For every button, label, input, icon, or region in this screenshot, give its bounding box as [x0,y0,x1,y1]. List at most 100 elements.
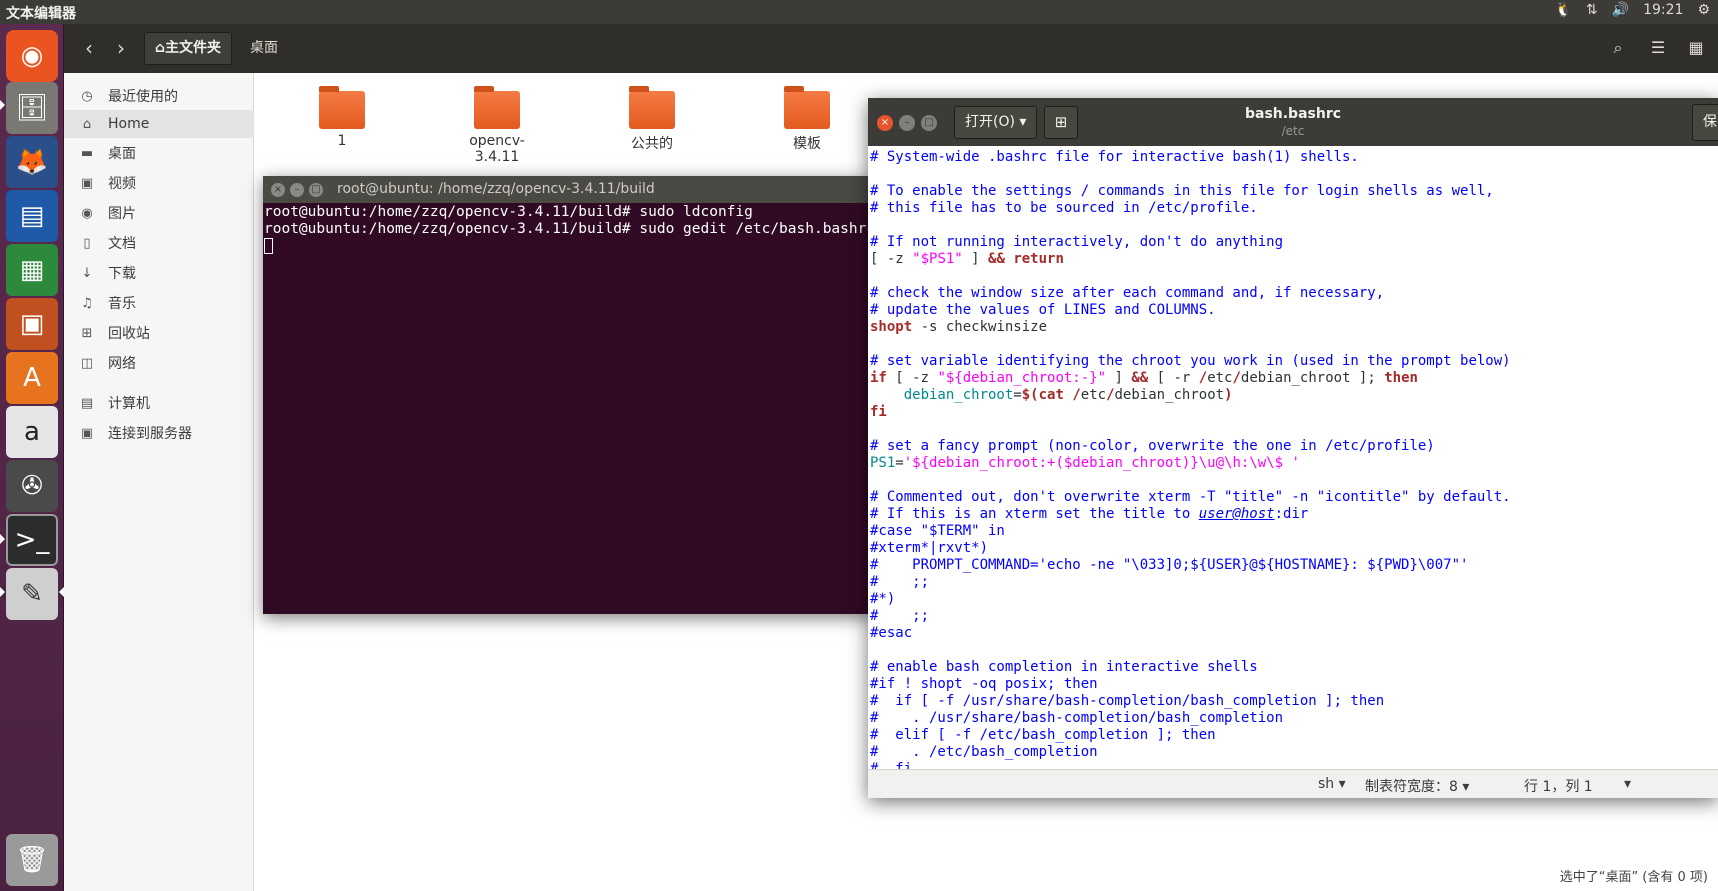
statusbar-menu-icon[interactable]: ▾ [1624,776,1631,792]
code-line: ​ [870,421,1716,438]
code-token: # if [ -f /usr/share/bash-completion/bas… [870,693,1385,709]
trash-icon[interactable]: 🗑 [6,834,58,886]
minimize-icon[interactable]: – [290,183,304,197]
close-icon[interactable]: × [271,183,285,197]
terminal-line: root@ubuntu:/home/zzq/opencv-3.4.11/buil… [264,204,753,220]
code-token: debian_chroot [1114,387,1225,403]
sidebar-item-documents[interactable]: ▯ 文档 [64,229,254,257]
code-token: #esac [870,625,913,641]
sidebar-item-videos[interactable]: ▣ 视频 [64,169,254,197]
code-line: # . /etc/bash_completion [870,744,1716,761]
firefox-icon[interactable]: 🦊 [6,136,58,188]
public-folder-icon [629,86,675,129]
sidebar-item-home[interactable]: ⌂ Home [64,110,254,138]
list-view-icon[interactable]: ☰ [1642,32,1674,64]
back-arrow-icon[interactable]: ‹ [74,32,104,64]
folder-item[interactable]: 1 [292,86,392,149]
sidebar-item-network[interactable]: ◫ 网络 [64,349,254,377]
code-token: # . /usr/share/bash-completion/bash_comp… [870,710,1284,726]
code-line: PS1='${debian_chroot:+($debian_chroot)}\… [870,455,1716,472]
code-token: debian_chroot [903,387,1014,403]
code-token: #if ! shopt -oq posix; then [870,676,1098,692]
code-token: return [1013,251,1064,267]
path-button-home[interactable]: ⌂主文件夹 [144,32,233,65]
power-gear-icon[interactable]: ⚙ [1697,2,1710,18]
folder-icon [319,86,365,129]
network-icon[interactable]: ⇅ [1586,2,1598,18]
sidebar-item-desktop[interactable]: ▬ 桌面 [64,139,254,167]
document-icon: ▯ [83,235,91,251]
terminal-output[interactable]: root@ubuntu:/home/zzq/opencv-3.4.11/buil… [264,204,874,614]
templates-folder-icon [784,86,830,129]
code-token: # If not running interactively, don't do… [870,234,1284,250]
code-token: #*) [870,591,896,607]
running-indicator [0,587,5,597]
path-button-desktop[interactable]: 桌面 [242,32,286,65]
sidebar-item-music[interactable]: ♫ 音乐 [64,289,254,317]
calc-icon[interactable]: ▦ [6,244,58,296]
code-token: # fi [870,761,913,769]
software-center-icon[interactable]: A [6,352,58,404]
code-line: #if ! shopt -oq posix; then [870,676,1716,693]
writer-icon[interactable]: ▤ [6,190,58,242]
code-token: cat [1038,387,1064,403]
ubuntu-logo-icon[interactable]: ◉ [6,30,58,82]
clock-icon: ◷ [81,88,93,104]
impress-icon[interactable]: ▣ [6,298,58,350]
save-button[interactable]: 保 [1692,104,1718,141]
code-token: etc [1080,387,1107,403]
search-icon[interactable]: ⌕ [1602,32,1634,64]
sidebar-item-computer[interactable]: ▤ 计算机 [64,389,254,417]
code-token: ] [1106,370,1132,386]
sidebar-item-connect-server[interactable]: ▣ 连接到服务器 [64,419,254,447]
sidebar-item-trash[interactable]: ⊞ 回收站 [64,319,254,347]
code-line: # ;; [870,608,1716,625]
text-editor-icon[interactable]: ✎ [6,568,58,620]
computer-icon: ▤ [80,395,94,411]
code-token: [ -r [1148,370,1199,386]
clock[interactable]: 19:21 [1643,2,1683,18]
folder-item[interactable]: 模板 [757,86,857,153]
terminal-titlebar[interactable]: × – □ root@ubuntu: /home/zzq/opencv-3.4.… [263,176,875,203]
places-sidebar: ◷ 最近使用的 ⌂ Home ▬ 桌面 ▣ 视频 ◉ 图片 ▯ 文档 ↓ 下载 ♫ 音乐 ⊞ 回收… [64,73,254,891]
network-icon: ◫ [80,355,94,371]
cursor-position[interactable]: 行 1，列 1 [1524,776,1593,796]
sidebar-item-recent[interactable]: ◷ 最近使用的 [64,82,254,110]
grid-view-icon[interactable]: ▦ [1680,32,1712,64]
code-token: if [870,370,887,386]
tab-width-selector[interactable]: 制表符宽度：8 ▾ [1365,776,1469,796]
code-token: [ -z [870,251,913,267]
code-token: ] [962,251,989,267]
terminal-icon[interactable]: >_ [6,514,58,566]
files-icon[interactable]: 🗄 [6,82,58,134]
code-line: ​ [870,217,1716,234]
settings-icon[interactable]: ✇ [6,460,58,512]
volume-icon[interactable]: 🔊 [1612,2,1629,18]
code-token: && [1131,370,1149,386]
files-status: 选中了“桌面” (含有 0 项) [1559,870,1708,885]
code-token: = [895,455,904,471]
code-line: # fi [870,761,1716,769]
terminal-line: root@ubuntu:/home/zzq/opencv-3.4.11/buil… [264,221,874,237]
code-token: "$PS1" [912,251,963,267]
forward-arrow-icon[interactable]: › [106,32,136,64]
maximize-icon[interactable]: □ [309,183,323,197]
language-selector[interactable]: sh ▾ [1318,776,1346,792]
code-line: #case "$TERM" in [870,523,1716,540]
penguin-icon[interactable]: 🐧 [1554,2,1571,18]
code-token: && [988,251,1005,267]
sidebar-item-downloads[interactable]: ↓ 下载 [64,259,254,287]
amazon-icon[interactable]: a [6,406,58,458]
folder-item[interactable]: 公共的 [602,86,702,153]
terminal-window[interactable]: × – □ root@ubuntu: /home/zzq/opencv-3.4.… [263,176,875,614]
code-token: # elif [ -f /etc/bash_completion ]; then [870,727,1216,743]
desktop-icon: ▬ [80,145,94,161]
code-token: # set variable identifying the chroot yo… [870,353,1511,369]
code-line: # set variable identifying the chroot yo… [870,353,1716,370]
code-token: "${debian_chroot:-}" [937,370,1107,386]
text-editor-area[interactable]: # System-wide .bashrc file for interacti… [870,149,1716,769]
folder-item[interactable]: opencv-3.4.11 [447,86,547,165]
code-line: # . /usr/share/bash-completion/bash_comp… [870,710,1716,727]
sidebar-item-pictures[interactable]: ◉ 图片 [64,199,254,227]
code-token: PS1 [870,455,896,471]
